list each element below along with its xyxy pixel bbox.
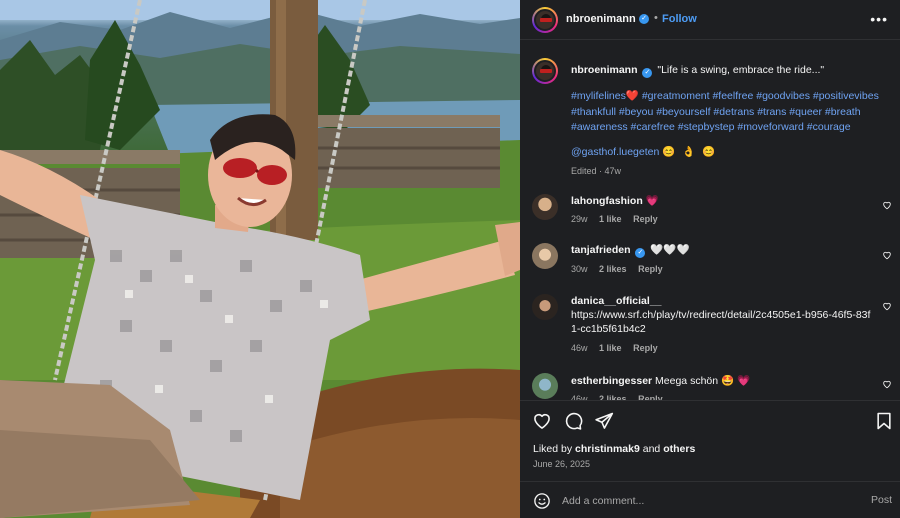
comment-likes[interactable]: 1 like: [599, 343, 622, 353]
comment-body: 🤍🤍🤍: [650, 244, 690, 256]
commenter-avatar[interactable]: [532, 194, 558, 220]
post-actions: Liked by christinmak9 and others June 26…: [520, 400, 900, 518]
post-sidebar: nbroenimann ✓ • Follow ••• nbroenimann ✓…: [520, 0, 900, 518]
comment-icon[interactable]: [563, 411, 583, 431]
commenter-avatar[interactable]: [532, 243, 558, 269]
comment-meta: 30w 2 likes Reply: [571, 264, 672, 274]
comment-text: tanjafrieden ✓ 🤍🤍🤍: [571, 243, 871, 258]
comment-text: danica__official__ https://www.srf.ch/pl…: [571, 294, 871, 336]
more-options-icon[interactable]: •••: [870, 12, 888, 26]
liked-by-prefix: Liked by: [533, 443, 573, 455]
comment-likes[interactable]: 2 likes: [599, 264, 627, 274]
bookmark-icon[interactable]: [874, 411, 894, 431]
emoji-icon[interactable]: [533, 492, 551, 510]
liked-by-summary: Liked by christinmak9 and others: [533, 443, 695, 455]
caption-hashtags[interactable]: #mylifelines❤️ #greatmoment #feelfree #g…: [571, 89, 896, 136]
commenter-username[interactable]: lahongfashion: [571, 195, 643, 207]
comment-like-heart-icon[interactable]: [882, 379, 892, 389]
commenter-username[interactable]: danica__official__: [571, 295, 661, 307]
comment-text: estherbingesser Meega schön 🤩 💗: [571, 374, 871, 388]
comment-like-heart-icon[interactable]: [882, 301, 892, 311]
comment-body: Meega schön 🤩 💗: [655, 375, 751, 387]
comment-composer: Post: [520, 481, 900, 518]
comment-like-heart-icon[interactable]: [882, 200, 892, 210]
comment-text: lahongfashion 💗: [571, 194, 871, 208]
commenter-verified-icon: ✓: [635, 248, 646, 258]
caption-emojis: 😊 👌 😊: [662, 146, 718, 158]
caption-quote: "Life is a swing, embrace the ride...": [657, 64, 825, 76]
comment-meta: 29w 1 like Reply: [571, 214, 667, 224]
comment-time: 29w: [571, 214, 588, 224]
comment-reply-button[interactable]: Reply: [638, 264, 663, 274]
caption-author-avatar[interactable]: [532, 58, 558, 84]
commenter-username[interactable]: estherbingesser: [571, 375, 652, 387]
liked-by-user[interactable]: christinmak9: [575, 443, 640, 455]
author-avatar[interactable]: [532, 7, 558, 33]
comment-input[interactable]: [562, 492, 842, 510]
comment-reply-button[interactable]: Reply: [633, 343, 658, 353]
caption-username[interactable]: nbroenimann: [571, 64, 638, 76]
comment-time: 30w: [571, 264, 588, 274]
caption-verified-icon: ✓: [642, 68, 653, 78]
caption-mention-line: @gasthof.luegeten 😊 👌 😊: [571, 145, 717, 158]
header-separator: •: [654, 12, 658, 24]
comment-meta: 46w 1 like Reply: [571, 343, 667, 353]
post-photo[interactable]: [0, 0, 520, 518]
author-username[interactable]: nbroenimann: [566, 13, 636, 25]
post-date[interactable]: June 26, 2025: [533, 459, 590, 469]
commenter-username[interactable]: tanjafrieden: [571, 244, 631, 256]
caption-edited-time: Edited · 47w: [571, 166, 622, 176]
post-header: nbroenimann ✓ • Follow •••: [520, 0, 900, 40]
heart-icon[interactable]: [532, 411, 552, 431]
comment-likes[interactable]: 1 like: [599, 214, 622, 224]
comment-time: 46w: [571, 343, 588, 353]
commenter-avatar[interactable]: [532, 373, 558, 399]
comment-reply-button[interactable]: Reply: [633, 214, 658, 224]
follow-button[interactable]: Follow: [662, 13, 697, 25]
send-icon[interactable]: [594, 411, 614, 431]
liked-by-others[interactable]: others: [663, 443, 695, 455]
comment-body: 💗: [645, 195, 659, 207]
post-comment-button[interactable]: Post: [871, 494, 892, 506]
post-photo-illustration: [0, 0, 520, 518]
comment-body[interactable]: https://www.srf.ch/play/tv/redirect/deta…: [571, 309, 870, 335]
caption-mention[interactable]: @gasthof.luegeten: [571, 146, 659, 158]
comment-like-heart-icon[interactable]: [882, 250, 892, 260]
liked-by-and: and: [642, 443, 661, 455]
caption-text: nbroenimann ✓ "Life is a swing, embrace …: [571, 63, 891, 78]
verified-badge-icon: ✓: [639, 14, 649, 24]
commenter-avatar[interactable]: [532, 294, 558, 320]
